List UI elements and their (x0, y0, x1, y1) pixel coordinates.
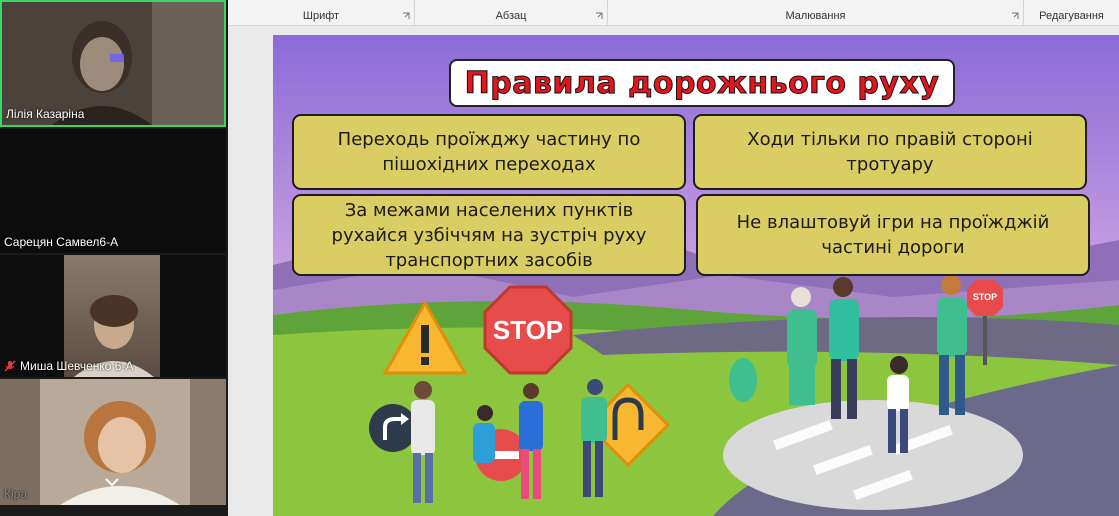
dialog-launcher-icon[interactable] (1011, 12, 1019, 20)
participant-name: Миша Шевченко 6-А (20, 359, 134, 373)
rule-box: Не влаштовуй ігри на проїжджій частині д… (696, 194, 1090, 276)
rule-text: За межами населених пунктів рухайся узбі… (331, 199, 647, 271)
video-tile[interactable]: Кіра (0, 379, 226, 505)
ribbon-group-label: Редагування (1039, 10, 1104, 22)
ribbon-group-drawing: Малювання (608, 0, 1024, 25)
video-tile[interactable]: Миша Шевченко 6-А (0, 255, 226, 377)
dialog-launcher-icon[interactable] (595, 12, 603, 20)
ribbon-group-editing: Редагування (1024, 0, 1119, 25)
slide-title-text: Правила дорожнього руху (464, 65, 940, 101)
rule-box: За межами населених пунктів рухайся узбі… (292, 194, 686, 276)
ribbon-group-label: Малювання (785, 10, 846, 22)
stop-sign-label: STOP (492, 315, 564, 345)
mic-muted-icon (4, 360, 16, 372)
rule-box: Ходи тільки по правій стороні тротуару (693, 114, 1087, 190)
rule-text: Переходь проїжджу частину по пішохідних … (337, 129, 641, 175)
ribbon-group-label: Шрифт (302, 10, 340, 22)
ribbon-group-font: Шрифт (228, 0, 415, 25)
ribbon: Шрифт Абзац Малювання Редагування (228, 0, 1119, 26)
slide-workspace: Правила дорожнього руху Переходь проїждж… (228, 26, 1119, 516)
rule-text: Ходи тільки по правій стороні тротуару (747, 129, 1033, 175)
participant-name: Лілія Казаріна (6, 107, 85, 121)
ribbon-group-label: Абзац (495, 10, 527, 22)
small-stop-sign-label: STOP (972, 292, 998, 302)
rule-box: Переходь проїжджу частину по пішохідних … (292, 114, 686, 190)
video-tile[interactable]: Сарецян Самвел6-А (0, 129, 226, 253)
video-tile-active-speaker[interactable]: Лілія Казаріна (0, 0, 226, 127)
dialog-launcher-icon[interactable] (402, 12, 410, 20)
participant-name: Кіра (4, 487, 28, 501)
chevron-down-icon[interactable] (100, 473, 124, 491)
ribbon-group-paragraph: Абзац (415, 0, 608, 25)
rule-text: Не влаштовуй ігри на проїжджій частині д… (736, 212, 1050, 258)
participant-name: Сарецян Самвел6-А (4, 235, 119, 249)
slide-title: Правила дорожнього руху (449, 59, 955, 107)
participant-name-row: Миша Шевченко 6-А (4, 359, 133, 373)
video-panel: Лілія Казаріна Сарецян Самвел6-А Миша Ше… (0, 0, 228, 516)
slide[interactable]: Правила дорожнього руху Переходь проїждж… (273, 35, 1119, 516)
